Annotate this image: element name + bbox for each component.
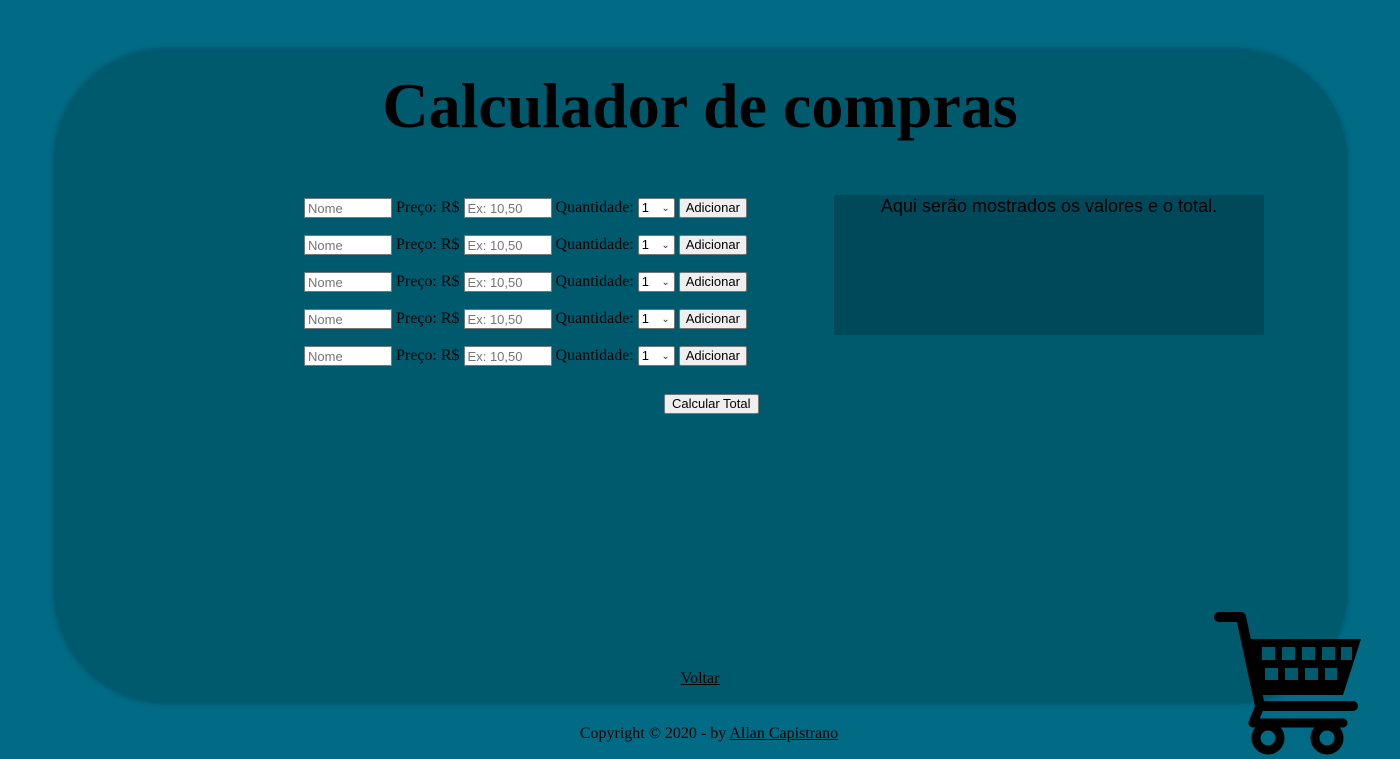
quantity-select[interactable]: 1 ⌄ — [637, 346, 675, 366]
page-title: Calculador de compras — [382, 70, 1018, 141]
price-input[interactable] — [463, 235, 552, 255]
price-input[interactable] — [463, 346, 552, 366]
result-panel: Aqui serão mostrados os valores e o tota… — [834, 195, 1264, 335]
footer-text: Copyright © 2020 - by — [579, 725, 730, 742]
price-label: Preço: R$ — [396, 236, 460, 253]
quantity-value: 1 — [641, 274, 649, 289]
quantity-label: Quantidade: — [555, 347, 634, 364]
product-row: Preço: R$Quantidade:1⌄Adicionar — [304, 309, 747, 329]
product-row: Preço: R$Quantidade:1⌄Adicionar — [304, 346, 747, 366]
product-name-input[interactable] — [304, 235, 392, 255]
quantity-value: 1 — [641, 200, 649, 215]
add-button[interactable]: Adicionar — [678, 272, 747, 292]
add-button[interactable]: Adicionar — [678, 309, 747, 329]
product-name-input[interactable] — [304, 272, 392, 292]
product-name-input[interactable] — [304, 198, 392, 218]
back-link-wrapper: Voltar — [0, 670, 1400, 688]
price-input[interactable] — [463, 309, 552, 329]
chevron-down-icon: ⌄ — [661, 277, 670, 288]
chevron-down-icon: ⌄ — [661, 203, 670, 214]
price-label: Preço: R$ — [396, 199, 460, 216]
quantity-select[interactable]: 1 ⌄ — [637, 309, 675, 329]
add-button[interactable]: Adicionar — [678, 346, 747, 366]
quantity-value: 1 — [641, 311, 649, 326]
footer: Copyright © 2020 - by Allan Capistrano — [0, 725, 1400, 743]
quantity-label: Quantidade: — [555, 199, 634, 216]
quantity-label: Quantidade: — [555, 310, 634, 327]
price-input[interactable] — [463, 272, 552, 292]
product-name-input[interactable] — [304, 346, 392, 366]
quantity-label: Quantidade: — [555, 236, 634, 253]
quantity-select[interactable]: 1 ⌄ — [637, 272, 675, 292]
main-card — [55, 50, 1346, 702]
quantity-select[interactable]: 1 ⌄ — [637, 198, 675, 218]
add-button[interactable]: Adicionar — [678, 198, 747, 218]
quantity-value: 1 — [641, 237, 649, 252]
product-name-input[interactable] — [304, 309, 392, 329]
chevron-down-icon: ⌄ — [661, 351, 670, 362]
quantity-value: 1 — [641, 348, 649, 363]
result-text: Aqui serão mostrados os valores e o tota… — [880, 196, 1218, 216]
product-row: Preço: R$Quantidade:1⌄Adicionar — [304, 235, 747, 255]
price-label: Preço: R$ — [396, 310, 460, 327]
quantity-label: Quantidade: — [555, 273, 634, 290]
price-label: Preço: R$ — [396, 273, 460, 290]
chevron-down-icon: ⌄ — [661, 314, 670, 325]
price-label: Preço: R$ — [396, 347, 460, 364]
chevron-down-icon: ⌄ — [661, 240, 670, 251]
back-link[interactable]: Voltar — [681, 670, 720, 687]
product-row: Preço: R$Quantidade:1⌄Adicionar — [304, 272, 747, 292]
price-input[interactable] — [463, 198, 552, 218]
product-row: Preço: R$Quantidade:1⌄Adicionar — [304, 198, 747, 218]
calculate-total-button[interactable]: Calcular Total — [664, 394, 759, 414]
shopping-cart-icon — [1214, 612, 1361, 755]
author-link[interactable]: Allan Capistrano — [729, 725, 838, 742]
add-button[interactable]: Adicionar — [678, 235, 747, 255]
quantity-select[interactable]: 1 ⌄ — [637, 235, 675, 255]
